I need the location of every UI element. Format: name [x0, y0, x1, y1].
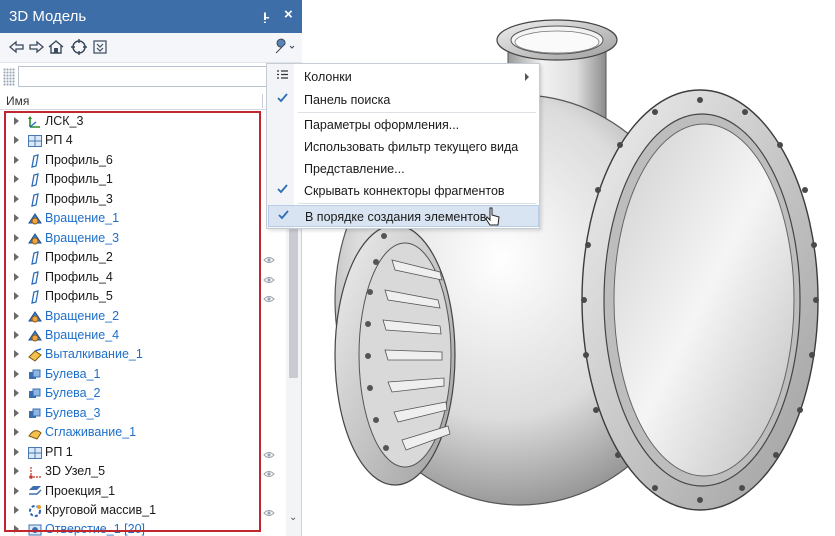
menu-item-label: Использовать фильтр текущего вида [304, 140, 519, 154]
submenu-arrow-icon [525, 73, 529, 81]
mouse-cursor-icon [485, 207, 500, 226]
checkmark-icon [276, 182, 289, 198]
menu-item[interactable]: Использовать фильтр текущего вида [268, 136, 539, 158]
menu-item[interactable]: Представление... [268, 158, 539, 180]
menu-item-label: Панель поиска [304, 93, 391, 107]
checkmark-icon [277, 208, 290, 224]
wrench-icon[interactable] [272, 38, 296, 56]
forward-arrow-icon[interactable] [27, 38, 45, 56]
visibility-eye-icon[interactable] [263, 506, 275, 516]
menu-item-label: Параметры оформления... [304, 118, 460, 132]
close-icon[interactable]: × [284, 6, 293, 23]
menu-separator [298, 203, 536, 204]
panel-toolbar [0, 33, 302, 63]
columns-icon [276, 68, 289, 84]
menu-item-label: В порядке создания элементов [305, 210, 487, 224]
checkmark-icon [276, 91, 289, 107]
menu-item[interactable]: Скрывать коннекторы фрагментов [268, 180, 539, 202]
context-menu: Колонки Панель поиска Параметры оформления… [266, 63, 540, 229]
menu-separator [298, 112, 536, 113]
home-icon[interactable] [47, 38, 65, 56]
grip-icon[interactable] [3, 68, 15, 86]
column-name-header[interactable]: Имя [6, 94, 29, 108]
column-header: Имя [0, 92, 302, 110]
back-arrow-icon[interactable] [8, 38, 26, 56]
visibility-eye-icon[interactable] [263, 467, 275, 478]
target-icon[interactable] [70, 38, 88, 56]
menu-item-label: Представление... [304, 162, 405, 176]
search-input[interactable] [18, 66, 268, 87]
collapse-icon[interactable] [91, 38, 109, 56]
menu-item[interactable]: Панель поиска [268, 89, 539, 111]
menu-item[interactable]: Колонки [268, 66, 539, 88]
model-tree-panel: 3D Модель ᴉ̵ × Имя ЛСК_3 РП 4 Профиль_6 Про… [0, 0, 302, 536]
menu-item-label: Скрывать коннекторы фрагментов [304, 184, 505, 198]
menu-item[interactable]: Параметры оформления... [268, 114, 539, 136]
visibility-eye-icon[interactable] [263, 273, 275, 283]
panel-title: 3D Модель [9, 8, 87, 25]
visibility-eye-icon[interactable] [263, 292, 275, 303]
visibility-eye-icon[interactable] [263, 448, 275, 458]
visibility-eye-icon[interactable] [263, 253, 275, 264]
scroll-down-icon[interactable]: ⌄ [289, 512, 297, 523]
panel-titlebar: 3D Модель ᴉ̵ × [0, 0, 302, 33]
search-bar [0, 63, 302, 90]
menu-item-label: Колонки [304, 70, 352, 84]
column-separator[interactable] [262, 94, 263, 108]
pin-icon[interactable]: ᴉ̵ [263, 7, 267, 23]
highlight-frame [4, 111, 261, 532]
